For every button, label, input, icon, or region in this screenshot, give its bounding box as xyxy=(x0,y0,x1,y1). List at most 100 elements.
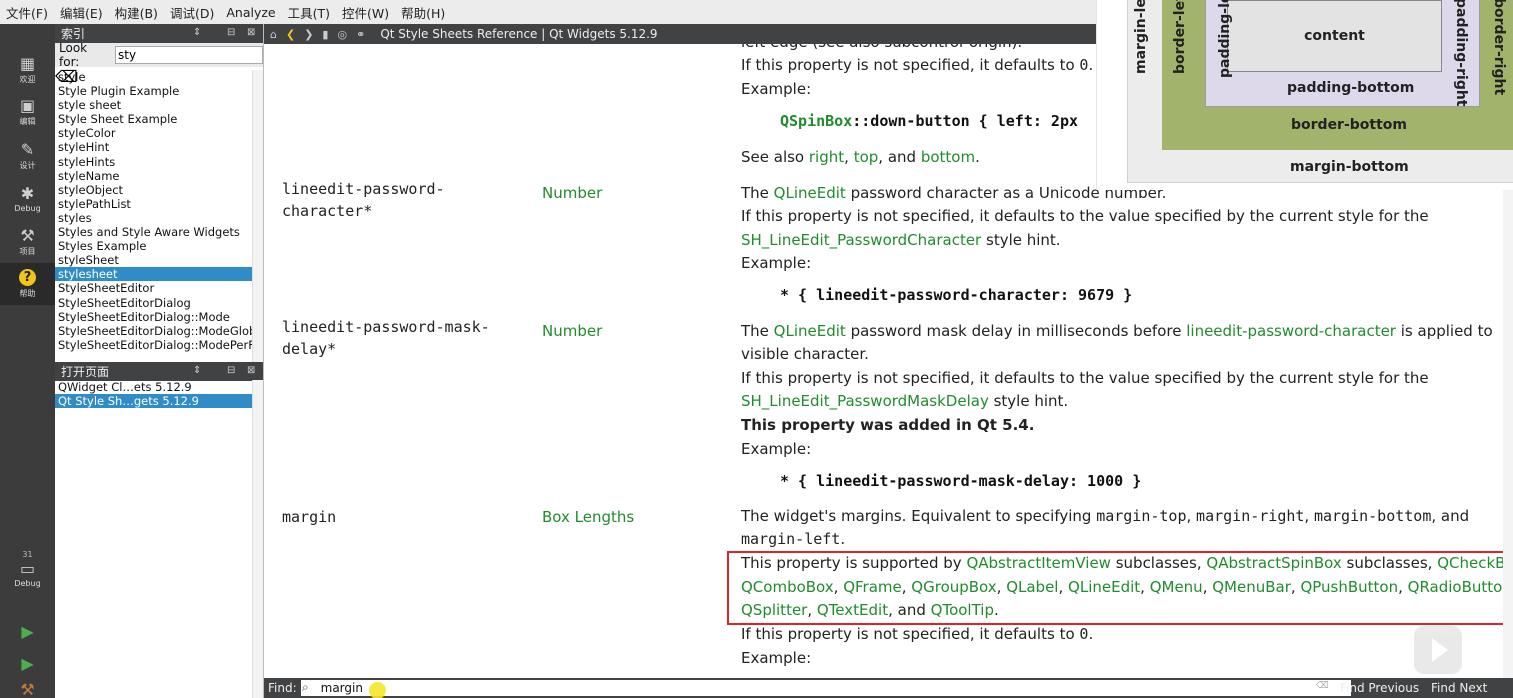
example-label: Example: xyxy=(741,649,812,667)
property-default: If this property is not specified, it de… xyxy=(741,625,1094,643)
menu-file[interactable]: 文件(F) xyxy=(6,3,48,22)
code-example: * { lineedit-password-mask-delay: 1000 } xyxy=(780,472,1142,490)
mouse-cursor-highlight xyxy=(369,682,386,698)
doc-title: Qt Style Sheets Reference | Qt Widgets 5… xyxy=(380,27,658,41)
menu-help[interactable]: 帮助(H) xyxy=(401,3,445,22)
link-right[interactable]: right xyxy=(809,148,844,166)
index-item[interactable]: styleName xyxy=(55,169,252,183)
open-page-item[interactable]: QWidget Cl…ets 5.12.9 xyxy=(55,380,252,394)
index-item[interactable]: StyleSheetEditor xyxy=(55,281,252,295)
mode-label: 编辑 xyxy=(19,117,36,126)
video-play-overlay-button[interactable] xyxy=(1414,626,1462,674)
property-hint: SH_LineEdit_PasswordMaskDelay style hint… xyxy=(741,392,1069,410)
edit-icon: ▣ xyxy=(19,96,36,115)
menu-edit[interactable]: 编辑(E) xyxy=(60,3,103,22)
build-button[interactable]: ⚒ xyxy=(0,680,55,698)
link-qlineedit[interactable]: QLineEdit xyxy=(774,184,846,202)
menu-debug[interactable]: 调试(D) xyxy=(170,3,214,22)
highlight-box xyxy=(727,551,1505,625)
open-pages-scrollbar[interactable] xyxy=(252,380,263,698)
property-name: lineedit-password- character* xyxy=(282,180,445,220)
padding-left-label: padding-left xyxy=(1217,0,1233,78)
index-item[interactable]: styles xyxy=(55,211,252,225)
link-top[interactable]: top xyxy=(854,148,879,166)
index-item[interactable]: Style Sheet Example xyxy=(55,112,252,126)
index-scrollbar[interactable] xyxy=(252,70,263,376)
index-item[interactable]: Style Plugin Example xyxy=(55,84,252,98)
mode-welcome[interactable]: ▦ 欢迎 xyxy=(0,50,55,90)
back-icon[interactable]: ❮ xyxy=(286,28,295,41)
mode-projects[interactable]: ⚒ 项目 xyxy=(0,222,55,262)
index-item[interactable]: style sheet xyxy=(55,98,252,112)
border-bottom-label: border-bottom xyxy=(1291,117,1408,133)
added-in-version: This property was added in Qt 5.4. xyxy=(741,416,1035,434)
example-label: Example: xyxy=(741,80,812,98)
index-item[interactable]: StyleSheetEditorDialog xyxy=(55,296,252,310)
index-item[interactable]: styleHints xyxy=(55,155,252,169)
split-icon[interactable]: ⊟ xyxy=(227,27,235,38)
panel-switch-icon[interactable]: ⇕ xyxy=(193,365,201,376)
index-item[interactable]: style xyxy=(55,70,252,84)
mode-help[interactable]: ? 帮助 xyxy=(0,263,55,305)
find-bar: Find: ⌕ ⌫ Find Previous Find Next xyxy=(264,678,1513,698)
code-class-link[interactable]: QSpinBox xyxy=(780,112,852,130)
split-icon[interactable]: ⊟ xyxy=(227,365,235,376)
find-next-button[interactable]: Find Next xyxy=(1431,681,1487,695)
find-previous-button[interactable]: Find Previous xyxy=(1340,681,1419,695)
find-input[interactable] xyxy=(300,680,1351,696)
forward-icon[interactable]: ❯ xyxy=(304,28,313,41)
globe-icon[interactable]: ◎ xyxy=(337,28,347,41)
index-item[interactable]: styleSheet xyxy=(55,253,252,267)
link-qlineedit[interactable]: QLineEdit xyxy=(774,322,846,340)
mode-design[interactable]: ✎ 设计 xyxy=(0,136,55,176)
help-icon: ? xyxy=(19,269,36,286)
partial-line: left edge (see also subcontrol-origin). xyxy=(741,44,1022,54)
index-item[interactable]: StyleSheetEditorDialog::ModePerF xyxy=(55,338,252,352)
index-item[interactable]: StyleSheetEditorDialog::ModeGlobal xyxy=(55,324,252,338)
bug-icon: ✱ xyxy=(20,184,35,203)
property-desc-cont: margin-left. xyxy=(741,530,846,548)
open-pages-title: 打开页面 xyxy=(61,365,110,379)
link-icon[interactable]: ⚭ xyxy=(356,28,365,41)
menu-build[interactable]: 构建(B) xyxy=(115,3,158,22)
panel-switch-icon[interactable]: ⇕ xyxy=(193,27,201,38)
run-icon: ▶ xyxy=(21,622,34,641)
default-text: If this property is not specified, it de… xyxy=(741,56,1094,74)
link-password-character[interactable]: lineedit-password-character xyxy=(1186,322,1396,340)
bookmark-icon[interactable]: ▮ xyxy=(322,28,328,41)
clear-find-icon[interactable]: ⌫ xyxy=(1316,681,1329,691)
wrench-icon: ⚒ xyxy=(20,226,35,245)
run-button[interactable]: ▶ xyxy=(0,620,55,646)
index-item[interactable]: StyleSheetEditorDialog::Mode xyxy=(55,310,252,324)
mode-edit[interactable]: ▣ 编辑 xyxy=(0,92,55,132)
menu-controls[interactable]: 控件(W) xyxy=(342,3,389,22)
index-item[interactable]: stylesheet xyxy=(55,267,252,282)
code-example: QSpinBox::down-button { left: 2px xyxy=(780,112,1079,130)
open-page-item[interactable]: Qt Style Sh…gets 5.12.9 xyxy=(55,394,252,409)
index-item[interactable]: stylePathList xyxy=(55,197,252,211)
index-item[interactable]: styleObject xyxy=(55,183,252,197)
index-search-input[interactable] xyxy=(115,46,263,64)
link-style-hint[interactable]: SH_LineEdit_PasswordMaskDelay xyxy=(741,392,989,410)
mode-debug[interactable]: ✱ Debug xyxy=(0,180,55,220)
menu-tools[interactable]: 工具(T) xyxy=(288,3,330,22)
see-also: See also right, top, and bottom. xyxy=(741,148,980,166)
close-panel-icon[interactable]: ⊠ xyxy=(247,365,255,376)
property-desc: The widget's margins. Equivalent to spec… xyxy=(741,507,1470,525)
close-panel-icon[interactable]: ⊠ xyxy=(247,27,255,38)
link-style-hint[interactable]: SH_LineEdit_PasswordCharacter xyxy=(741,231,981,249)
link-bottom[interactable]: bottom xyxy=(921,148,975,166)
property-name: lineedit-password-mask- delay* xyxy=(282,318,490,358)
index-item[interactable]: styleHint xyxy=(55,140,252,154)
debug-run-button[interactable]: ▶ xyxy=(0,652,55,678)
menu-analyze[interactable]: Analyze xyxy=(226,5,275,20)
example-label: Example: xyxy=(741,254,812,272)
index-item[interactable]: Styles and Style Aware Widgets xyxy=(55,225,252,239)
home-icon[interactable]: ⌂ xyxy=(270,28,277,41)
kit-selector[interactable]: 31 ▭ Debug xyxy=(0,546,55,606)
index-item[interactable]: Styles Example xyxy=(55,239,252,253)
index-item[interactable]: styleColor xyxy=(55,126,252,140)
property-type-link[interactable]: Box Lengths xyxy=(542,506,634,528)
open-pages-header: 打开页面 ⇕ ⊟ ⊠ xyxy=(55,362,263,381)
property-desc: The QLineEdit password mask delay in mil… xyxy=(741,322,1493,340)
